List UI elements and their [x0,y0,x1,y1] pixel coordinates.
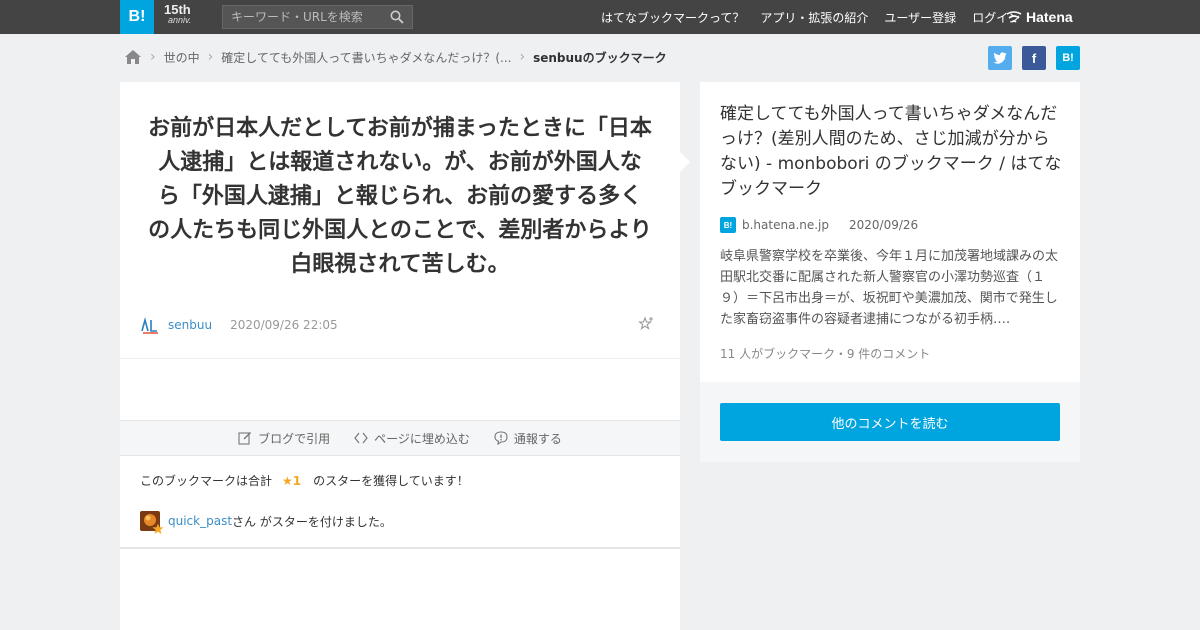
breadcrumb-entry[interactable]: 確定してても外国人って書いちゃダメなんだっけ？(... [221,49,511,66]
entry-counts[interactable]: 11 人がブックマーク・9 件のコメント [720,345,930,362]
quote-in-blog-button[interactable]: ブログで引用 [238,430,330,447]
entry-meta: B! b.hatena.ne.jp 2020/09/26 [720,216,918,234]
entry-domain[interactable]: b.hatena.ne.jp [742,218,829,232]
hatebu-favicon-icon: B! [720,217,736,233]
hatena-label: Hatena [1026,9,1073,25]
edit-icon [238,432,252,445]
search-input[interactable] [223,6,383,28]
breadcrumb-category[interactable]: 世の中 [164,49,200,66]
star-giver-suffix: さん がスターを付けました。 [232,514,392,529]
breadcrumb: › 世の中 › 確定してても外国人って書いちゃダメなんだっけ？(... › se… [124,46,667,68]
entry-summary: 確定してても外国人って書いちゃダメなんだっけ？(差別人間のため、さじ加減が分から… [700,82,1080,382]
entry-card: 確定してても外国人って書いちゃダメなんだっけ？(差別人間のため、さじ加減が分から… [700,82,1080,462]
entry-title[interactable]: 確定してても外国人って書いちゃダメなんだっけ？(差別人間のため、さじ加減が分から… [720,102,1064,202]
add-star-icon[interactable] [638,316,654,332]
divider [120,358,680,359]
star-giver-avatar[interactable] [140,511,164,534]
avatar[interactable] [140,315,160,335]
quote-label: ブログで引用 [258,431,331,446]
star-icon [152,523,164,534]
entry-excerpt: 岐阜県警察学校を卒業後、今年１月に加茂署地域課みの太田駅北交番に配属された新人警… [720,249,1059,327]
home-icon[interactable] [124,49,142,65]
top-bar: B! 15th anniv. はてなブックマークって？ アプリ・拡張の紹介 ユー… [0,0,1200,34]
facebook-share-button[interactable]: f [1022,46,1046,70]
bookmark-comment: お前が日本人だとしてお前が捕まったときに「日本人逮捕」とは報道されない。が、お前… [148,116,652,277]
bookmark-datetime[interactable]: 2020/09/26 22:05 [230,318,338,332]
report-icon [494,431,508,445]
nav-about[interactable]: はてなブックマークって？ [601,9,744,26]
star-summary-suffix: のスターを獲得しています！ [313,474,469,488]
chevron-right-icon: › [519,49,526,65]
top-nav: はてなブックマークって？ アプリ・拡張の紹介 ユーザー登録 ログイン [585,0,1020,34]
report-label: 通報する [513,431,562,446]
report-button[interactable]: 通報する [494,430,562,447]
breadcrumb-current: senbuuのブックマーク [533,50,667,65]
chevron-right-icon: › [207,49,214,65]
search-icon[interactable] [390,10,404,24]
star-summary: このブックマークは合計 ★1 のスターを獲得しています！ [140,472,469,489]
anniversary-bottom: anniv. [168,15,192,25]
anniversary-top: 15th [164,2,191,17]
nav-signup[interactable]: ユーザー登録 [884,9,956,26]
hatebu-share-button[interactable]: B! [1056,46,1080,70]
card-pointer [680,152,690,172]
bookmark-user[interactable]: senbuu [168,318,212,332]
bookmark-meta: senbuu 2020/09/26 22:05 [140,314,660,336]
read-more-comments-button[interactable]: 他のコメントを読む [720,403,1060,441]
twitter-icon [993,52,1007,64]
star-giver-name[interactable]: quick_past [168,514,232,528]
embed-button[interactable]: ページに埋め込む [354,430,470,447]
hatena-logo[interactable]: Hatena [1006,7,1073,27]
embed-label: ページに埋め込む [374,431,470,446]
nav-apps[interactable]: アプリ・拡張の紹介 [760,9,868,26]
twitter-share-button[interactable] [988,46,1012,70]
hatebu-logo[interactable]: B! [120,0,154,34]
action-bar: ブログで引用 ページに埋め込む 通報する [120,420,680,456]
star-giver-row: quick_past さん がスターを付けました。 [140,511,392,534]
bookmark-card: お前が日本人だとしてお前が捕まったときに「日本人逮捕」とは報道されない。が、お前… [120,82,680,630]
code-icon [354,432,368,444]
chevron-right-icon: › [150,49,156,65]
entry-date: 2020/09/26 [849,218,919,232]
star-summary-prefix: このブックマークは合計 [140,474,273,488]
star-count[interactable]: ★1 [282,474,301,488]
divider [120,547,680,549]
search-box [222,5,413,29]
anniversary-badge: 15th anniv. [160,2,214,30]
hatena-icon [1006,11,1022,23]
